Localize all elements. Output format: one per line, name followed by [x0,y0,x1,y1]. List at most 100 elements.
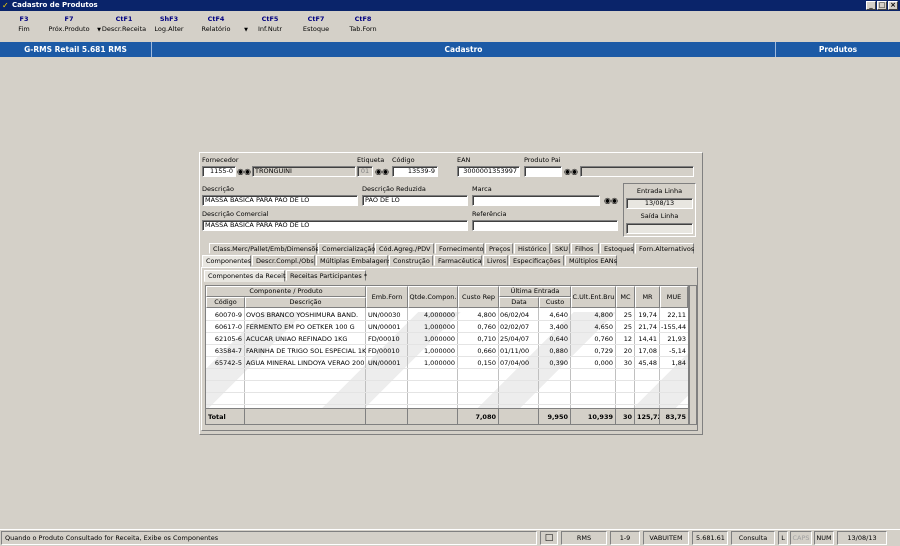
fornecedor-label: Fornecedor [202,156,239,164]
cell-data: 06/02/04 [500,311,530,319]
tab-historico[interactable]: Histórico [514,243,550,254]
toolbar-key: CtF4 [207,15,225,23]
tab-comercializacao[interactable]: Comercialização [318,243,375,254]
table-row[interactable]: 62105-6 ACUCAR UNIAO REFINADO 1KG FD/000… [206,334,688,345]
header-c-ult-ent-bru[interactable]: C.Ult.Ent.Bru [571,286,616,308]
descricao-comercial-field[interactable]: MASSA BASICA PARA PAO DE LO [202,220,468,231]
table-row-empty[interactable] [206,382,688,393]
produto-pai-search-icon[interactable]: ◉◉ [564,166,578,177]
tab-sku[interactable]: SKU [551,243,570,254]
cell-custo-rep: 4,800 [477,311,496,319]
toolbar-tab-forn-button[interactable]: CtF8 Tab.Forn [335,15,391,34]
toolbar-key: CtF8 [354,15,372,23]
close-button[interactable]: × [888,1,898,10]
header-app-name: G-RMS Retail 5.681 RMS [0,42,152,57]
marca-field[interactable] [472,195,600,206]
cell-qtde: 1,000000 [423,323,455,331]
tab-livros[interactable]: Livros [483,255,508,266]
subtab-receitas-participantes[interactable]: Receitas Participantes * [286,270,367,281]
descricao-field[interactable]: MASSA BASICA PARA PAO DE LO [202,195,358,206]
tab-estoques[interactable]: Estoques [600,243,634,254]
descricao-reduzida-field[interactable]: PAO DE LO [362,195,468,206]
total-empty [366,409,408,425]
header-descricao[interactable]: Descrição [245,297,366,308]
cell-mr: 45,48 [638,359,657,367]
cell-emb: FD/00010 [368,335,400,343]
window-title-bar: ✓ Cadastro de Produtos _ □ × [0,0,900,11]
cell-emb: UN/00001 [368,323,401,331]
cell-mue: 22,11 [667,311,686,319]
tab-componentes[interactable]: Componentes [202,255,251,267]
cell-qtde: 1,000000 [423,359,455,367]
cell-custo-rep: 0,760 [477,323,496,331]
total-mc: 30 [616,409,635,425]
maximize-button[interactable]: □ [877,1,887,10]
status-bar: Quando o Produto Consultado for Receita,… [0,529,900,546]
table-row[interactable]: 63584-7 FARINHA DE TRIGO SOL ESPECIAL 1K… [206,346,688,357]
codigo-field[interactable]: 13539-9 [392,166,438,177]
table-row-empty[interactable] [206,370,688,381]
table-row[interactable]: 60617-0 FERMENTO EM PO OETKER 100 G UN/0… [206,322,688,333]
status-caps: CAPS [790,531,812,545]
tab-multiplas-embalagens[interactable]: Múltiplas Embalagens [316,255,391,266]
toolbar-proximo-produto-button[interactable]: F7 Próx.Produto ▼ [41,15,101,34]
header-custo-rep[interactable]: Custo Rep [458,286,499,308]
cell-c-ult: 4,800 [594,311,613,319]
cell-c-ult: 4,650 [594,323,613,331]
header-qtde-compon[interactable]: Qtde.Compon. [408,286,458,308]
components-table: Componente / Produto Emb.Forn Qtde.Compo… [205,285,689,425]
saida-linha-label: Saída Linha [640,212,679,220]
subtab-componentes-receita[interactable]: Componentes da Receita [204,270,290,282]
header-ultima-entrada: Última Entrada [499,286,571,297]
cell-mc: 25 [623,323,632,331]
status-rms: RMS [561,531,607,545]
tab-cod-agreg-pdv[interactable]: Cód.Agreg./PDV [375,243,434,254]
tab-fornecimento[interactable]: Fornecimento [435,243,484,254]
tab-farmaceutica[interactable]: Farmacêutica [434,255,482,266]
toolbar-relatorio-button[interactable]: CtF4 Relatório ▼ [188,15,249,34]
tab-construcao[interactable]: Construção [389,255,433,266]
descricao-comercial-label: Descrição Comercial [202,210,269,218]
fornecedor-search-icon[interactable]: ◉◉ [237,166,251,177]
etiqueta-field: 01 [357,166,373,177]
tab-precos[interactable]: Preços [485,243,513,254]
header-mc[interactable]: MC [616,286,635,308]
cell-data: 02/02/07 [500,323,530,331]
codigo-label: Código [392,156,415,164]
cell-qtde: 1,000000 [423,335,455,343]
cell-custo: 4,640 [549,311,568,319]
table-row-empty[interactable] [206,394,688,405]
ean-field[interactable]: 3000001353997 [457,166,520,177]
ean-label: EAN [457,156,471,164]
tab-forn-alternativos[interactable]: Forn.Alternativos [635,243,694,254]
window-title: Cadastro de Produtos [12,1,98,9]
cell-data: 25/04/07 [500,335,530,343]
header-data[interactable]: Data [499,297,539,308]
cell-descricao: OVOS BRANCO YOSHIMURA BAND. [246,311,359,319]
tab-descr-compl-obs[interactable]: Descr.Compl./Obs [252,255,315,266]
tab-filhos[interactable]: Filhos [571,243,599,254]
minimize-button[interactable]: _ [866,1,876,10]
total-empty [408,409,458,425]
header-mr[interactable]: MR [635,286,660,308]
total-c-ult: 10,939 [571,409,616,425]
cell-data: 07/04/00 [500,359,530,367]
entrada-linha-field: 13/08/13 [626,198,693,209]
table-row[interactable]: 65742-5 AGUA MINERAL LINDOYA VERAO 200 U… [206,358,688,369]
header-mue[interactable]: MUE [660,286,688,308]
referencia-field[interactable] [472,220,618,231]
header-codigo[interactable]: Código [206,297,245,308]
fornecedor-code-field[interactable]: 1155-0 [202,166,236,177]
cell-mr: 17,08 [638,347,657,355]
etiqueta-label: Etiqueta [357,156,385,164]
header-custo[interactable]: Custo [539,297,571,308]
header-emb-forn[interactable]: Emb.Forn [366,286,408,308]
tab-class-merc[interactable]: Class.Merc/Pallet/Emb/Dimensões [209,243,323,254]
tab-especificacoes[interactable]: Especificações [509,255,564,266]
table-row[interactable]: 60070-9 OVOS BRANCO YOSHIMURA BAND. UN/0… [206,310,688,321]
produto-pai-field[interactable] [524,166,562,177]
marca-search-icon[interactable]: ◉◉ [604,195,618,206]
tab-multiplos-eans[interactable]: Múltiplos EANs [565,255,617,266]
etiqueta-search-icon[interactable]: ◉◉ [375,166,389,177]
table-vertical-scrollbar[interactable] [689,285,697,425]
